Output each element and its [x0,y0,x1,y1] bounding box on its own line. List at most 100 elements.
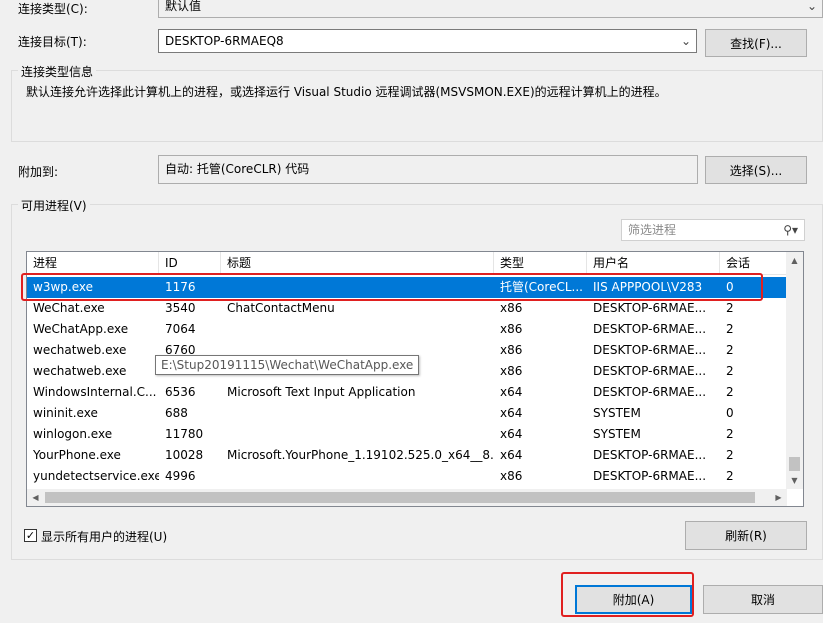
cell-process: YourPhone.exe [33,448,121,462]
search-icon[interactable]: ⚲▾ [783,220,798,240]
cell-session: 2 [726,427,734,441]
attach-to-field: 自动: 托管(CoreCLR) 代码 [158,155,698,184]
filter-placeholder: 筛选进程 [628,223,677,237]
cell-title [221,403,494,424]
cell-session: 0 [726,280,734,294]
process-row[interactable]: WeChatApp.exe 7064 x86 DESKTOP-6RMAE... 2 [27,319,787,340]
vertical-scrollbar[interactable]: ▲ ▼ [786,252,803,489]
process-row[interactable]: WeChat.exe 3540 ChatContactMenu x86 DESKTOP-… [27,298,787,319]
cell-type: x86 [500,469,523,483]
column-header-id[interactable]: ID [159,252,221,275]
cell-id: 4996 [165,469,196,483]
cell-username: IIS APPPOOL\V283 [593,280,703,294]
cell-type: x64 [500,448,523,462]
select-code-type-button[interactable]: 选择(S)... [705,156,807,184]
process-list[interactable]: 进程 ID 标题 类型 用户名 会话 w3wp.exe 1176 托管(CoreCL… [26,251,804,507]
connection-info-title: 连接类型信息 [18,63,97,80]
horizontal-scrollbar[interactable]: ◀ ▶ [27,489,787,506]
cancel-button[interactable]: 取消 [703,585,823,614]
connection-target-label: 连接目标(T): [18,35,87,49]
cell-process: wininit.exe [33,406,98,420]
cell-title [221,424,494,445]
cell-username: DESKTOP-6RMAE... [593,469,707,483]
cell-type: x86 [500,301,523,315]
find-button[interactable]: 查找(F)... [705,29,807,57]
cell-username: SYSTEM [593,406,641,420]
cell-type: x86 [500,364,523,378]
cell-session: 0 [726,406,734,420]
connection-type-label: 连接类型(C): [18,2,88,16]
attach-button[interactable]: 附加(A) [575,585,692,614]
cell-type: x64 [500,427,523,441]
scroll-down-icon[interactable]: ▼ [786,472,803,489]
column-header-title[interactable]: 标题 [221,252,494,275]
process-row[interactable]: YourPhone.exe 10028 Microsoft.YourPhone_1.… [27,445,787,466]
hscroll-thumb[interactable] [45,492,755,503]
attach-to-label: 附加到: [18,165,59,179]
column-header-type[interactable]: 类型 [494,252,587,275]
cell-id: 3540 [165,301,196,315]
cell-id: 11780 [165,427,204,441]
cell-title: ChatContactMenu [227,301,335,315]
connection-target-input[interactable]: DESKTOP-6RMAEQ8 ⌄ [158,29,697,53]
cell-type: x64 [500,406,523,420]
cell-username: SYSTEM [593,427,641,441]
available-processes-title: 可用进程(V) [18,197,90,214]
filter-processes-input[interactable]: 筛选进程 ⚲▾ [621,219,805,241]
column-header-process[interactable]: 进程 [27,252,159,275]
column-header-session[interactable]: 会话 [720,252,787,275]
refresh-button[interactable]: 刷新(R) [685,521,807,550]
cell-type: x86 [500,343,523,357]
show-all-users-label[interactable]: 显示所有用户的进程(U) [41,528,167,545]
cell-session: 2 [726,343,734,357]
scroll-thumb[interactable] [789,457,800,471]
cell-session: 2 [726,448,734,462]
cell-id: 1176 [165,280,196,294]
chevron-down-icon[interactable]: ⌄ [680,30,692,52]
cell-process: WeChat.exe [33,301,105,315]
connection-type-select[interactable]: 默认值 ⌄ [158,0,823,18]
scroll-right-icon[interactable]: ▶ [770,489,787,506]
cell-title [221,466,494,487]
scroll-left-icon[interactable]: ◀ [27,489,44,506]
cell-username: DESKTOP-6RMAE... [593,385,707,399]
cell-type: x86 [500,322,523,336]
scroll-up-icon[interactable]: ▲ [786,252,803,269]
cell-session: 2 [726,364,734,378]
process-path-tooltip: E:\Stup20191115\Wechat\WeChatApp.exe [155,355,420,375]
connection-info-text: 默认连接允许选择此计算机上的进程，或选择运行 Visual Studio 远程调… [26,85,667,99]
column-header-username[interactable]: 用户名 [587,252,720,275]
process-list-header: 进程 ID 标题 类型 用户名 会话 [27,252,787,275]
chevron-down-icon: ⌄ [806,0,818,13]
process-row[interactable]: yundetectservice.exe 4996 x86 DESKTOP-6RMAE… [27,466,787,487]
cell-session: 2 [726,469,734,483]
cell-process: wechatweb.exe [33,364,127,378]
cell-session: 2 [726,322,734,336]
connection-info-group [11,70,823,142]
cell-process: WindowsInternal.C... [33,385,157,399]
process-row[interactable]: wininit.exe 688 x64 SYSTEM 0 [27,403,787,424]
cell-process: w3wp.exe [33,280,93,294]
cell-process: WeChatApp.exe [33,322,129,336]
cell-title: Microsoft.YourPhone_1.19102.525.0_x64__8… [227,448,494,462]
cell-username: DESKTOP-6RMAE... [593,322,707,336]
cell-session: 2 [726,385,734,399]
cell-title [221,319,494,340]
attach-to-value: 自动: 托管(CoreCLR) 代码 [165,162,310,176]
cell-type: 托管(CoreCL... [500,280,583,294]
cell-process: wechatweb.exe [33,343,127,357]
show-all-users-checkbox[interactable]: ✓ [24,529,37,542]
cell-process: winlogon.exe [33,427,113,441]
cell-username: DESKTOP-6RMAE... [593,448,707,462]
cell-id: 10028 [165,448,204,462]
cell-title: Microsoft Text Input Application [227,385,416,399]
cell-id: 6536 [165,385,196,399]
cell-title [221,277,494,298]
cell-username: DESKTOP-6RMAE... [593,364,707,378]
cell-process: yundetectservice.exe [33,469,159,483]
cell-session: 2 [726,301,734,315]
process-row[interactable]: winlogon.exe 11780 x64 SYSTEM 2 [27,424,787,445]
process-row[interactable]: WindowsInternal.C... 6536 Microsoft Text I… [27,382,787,403]
process-row[interactable]: w3wp.exe 1176 托管(CoreCL... IIS APPPOOL\V283… [27,277,787,298]
connection-type-value: 默认值 [165,0,202,13]
